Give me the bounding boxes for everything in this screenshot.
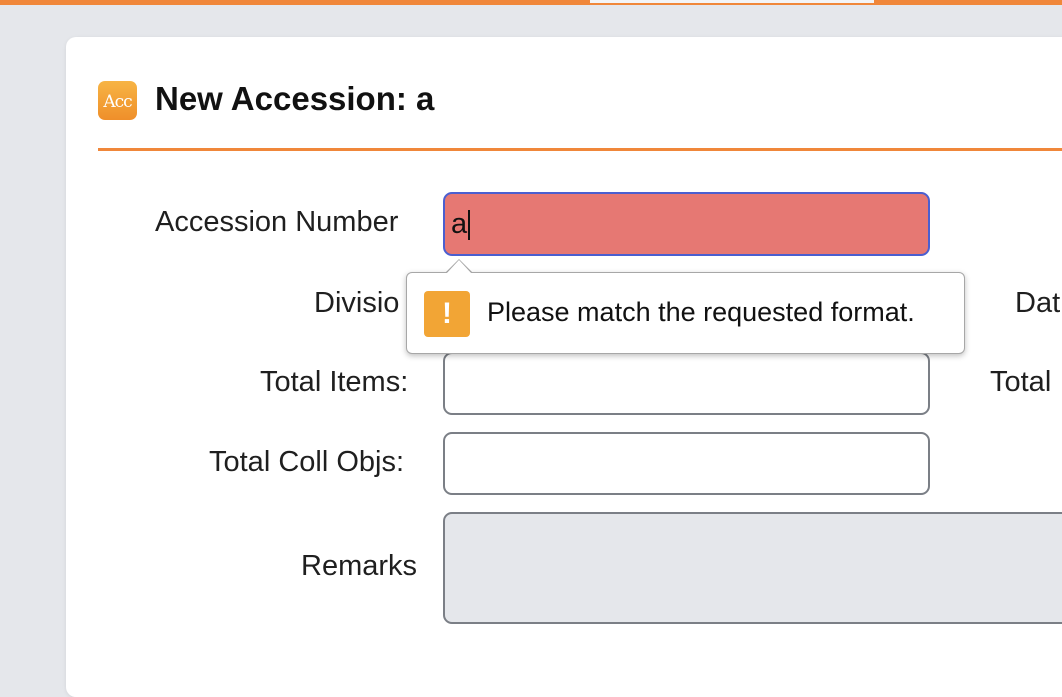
- total-coll-objs-input[interactable]: [443, 432, 930, 495]
- accession-number-label: Accession Number: [155, 206, 399, 238]
- warning-glyph: !: [442, 297, 452, 330]
- title-divider: [98, 148, 1062, 151]
- remarks-textarea[interactable]: [443, 512, 1062, 624]
- dialog-title: New Accession: a: [155, 80, 435, 117]
- validation-message: Please match the requested format.: [487, 297, 915, 327]
- text-caret: [468, 210, 471, 241]
- top-accent-bar: [0, 0, 1062, 5]
- accession-number-value: a: [451, 208, 468, 240]
- total-items-label: Total Items:: [260, 366, 409, 398]
- total-items-input[interactable]: [443, 352, 930, 415]
- remarks-label: Remarks: [301, 550, 418, 582]
- division-label: Divisio: [314, 287, 400, 319]
- total-right-label: Total: [990, 366, 1052, 398]
- tooltip-arrow-fill: [446, 260, 472, 274]
- accession-number-input[interactable]: a: [443, 192, 930, 256]
- top-tab-highlight: [590, 0, 874, 3]
- accession-app-icon: Acc: [98, 81, 137, 120]
- warning-icon: !: [424, 291, 470, 337]
- app-icon-text: Acc: [103, 91, 132, 112]
- date-label: Dat: [1015, 287, 1061, 319]
- total-coll-objs-label: Total Coll Objs:: [209, 446, 405, 478]
